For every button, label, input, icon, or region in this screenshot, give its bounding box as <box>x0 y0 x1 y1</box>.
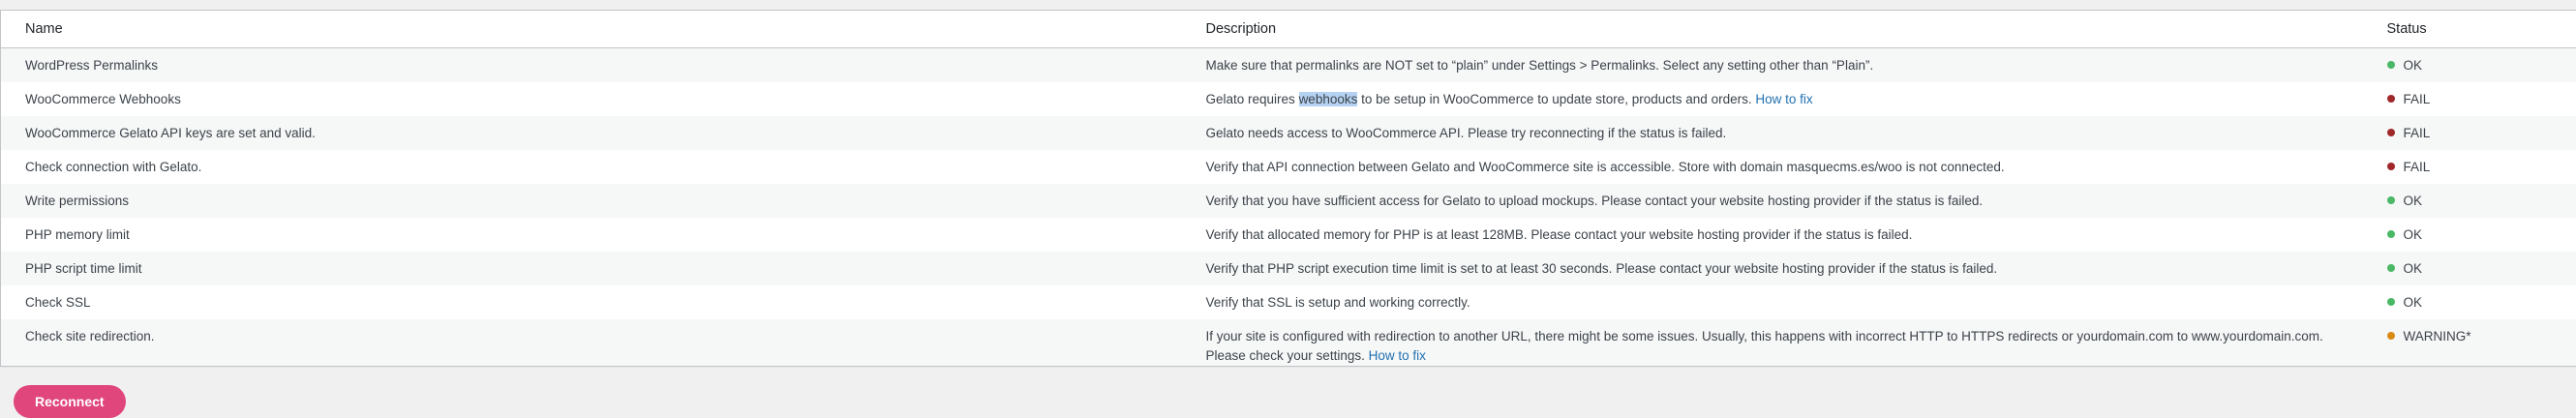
status-panel: Name Description Status WordPress Permal… <box>0 10 2576 367</box>
description-text: Gelato requires <box>1206 92 1299 106</box>
status-warning-dot-icon <box>2387 332 2395 340</box>
status-cell: OK <box>2363 252 2576 285</box>
check-description: Verify that SSL is setup and working cor… <box>1182 285 2363 319</box>
status-cell: FAIL <box>2363 150 2576 184</box>
status-ok-dot-icon <box>2387 61 2395 69</box>
status-cell: OK <box>2363 218 2576 252</box>
table-row: WordPress Permalinks Make sure that perm… <box>1 48 2576 82</box>
check-name: Write permissions <box>1 184 1182 218</box>
status-fail-dot-icon <box>2387 95 2395 103</box>
column-header-status: Status <box>2363 11 2576 48</box>
status-ok-dot-icon <box>2387 264 2395 272</box>
selected-text-highlight: webhooks <box>1299 92 1358 106</box>
table-row: Write permissions Verify that you have s… <box>1 184 2576 218</box>
how-to-fix-link[interactable]: How to fix <box>1369 348 1426 363</box>
status-text: OK <box>2404 261 2423 276</box>
table-row: PHP memory limit Verify that allocated m… <box>1 218 2576 252</box>
status-fail-dot-icon <box>2387 129 2395 136</box>
status-cell: OK <box>2363 285 2576 319</box>
status-ok-dot-icon <box>2387 196 2395 204</box>
check-name: WooCommerce Webhooks <box>1 82 1182 116</box>
system-status-table: Name Description Status WordPress Permal… <box>0 10 2576 367</box>
check-description: Verify that API connection between Gelat… <box>1182 150 2363 184</box>
table-row: WooCommerce Webhooks Gelato requires web… <box>1 82 2576 116</box>
status-fail-dot-icon <box>2387 163 2395 170</box>
status-text: FAIL <box>2404 92 2431 106</box>
check-description: Gelato needs access to WooCommerce API. … <box>1182 116 2363 150</box>
description-line: If your site is configured with redirect… <box>1206 327 2363 346</box>
status-ok-dot-icon <box>2387 298 2395 306</box>
description-text: to be setup in WooCommerce to update sto… <box>1357 92 1755 106</box>
status-cell: WARNING* <box>2363 319 2576 367</box>
header-row: Name Description Status <box>1 11 2576 48</box>
check-name: WooCommerce Gelato API keys are set and … <box>1 116 1182 150</box>
status-text: FAIL <box>2404 160 2431 174</box>
status-cell: FAIL <box>2363 82 2576 116</box>
status-cell: OK <box>2363 184 2576 218</box>
description-line: Please check your settings. How to fix <box>1206 346 2363 366</box>
table-row: Check site redirection. If your site is … <box>1 319 2576 367</box>
status-text: OK <box>2404 295 2423 310</box>
status-ok-dot-icon <box>2387 230 2395 238</box>
check-name: Check SSL <box>1 285 1182 319</box>
check-name: PHP memory limit <box>1 218 1182 252</box>
check-name: WordPress Permalinks <box>1 48 1182 82</box>
check-description: Verify that allocated memory for PHP is … <box>1182 218 2363 252</box>
table-header: Name Description Status <box>1 11 2576 48</box>
description-text: Please check your settings. <box>1206 348 1369 363</box>
status-text: OK <box>2404 227 2423 242</box>
footer-actions: Reconnect <box>14 385 126 418</box>
check-description: Verify that PHP script execution time li… <box>1182 252 2363 285</box>
table-row: Check SSL Verify that SSL is setup and w… <box>1 285 2576 319</box>
check-name: PHP script time limit <box>1 252 1182 285</box>
status-cell: OK <box>2363 48 2576 82</box>
column-header-description: Description <box>1182 11 2363 48</box>
status-text: WARNING* <box>2404 329 2471 343</box>
status-cell: FAIL <box>2363 116 2576 150</box>
check-description: If your site is configured with redirect… <box>1182 319 2363 367</box>
how-to-fix-link[interactable]: How to fix <box>1755 92 1812 106</box>
status-text: OK <box>2404 194 2423 208</box>
check-name: Check connection with Gelato. <box>1 150 1182 184</box>
column-header-name: Name <box>1 11 1182 48</box>
check-description: Verify that you have sufficient access f… <box>1182 184 2363 218</box>
table-body: WordPress Permalinks Make sure that perm… <box>1 48 2576 367</box>
table-row: WooCommerce Gelato API keys are set and … <box>1 116 2576 150</box>
reconnect-button[interactable]: Reconnect <box>14 385 126 418</box>
check-name: Check site redirection. <box>1 319 1182 367</box>
check-description: Make sure that permalinks are NOT set to… <box>1182 48 2363 82</box>
status-text: OK <box>2404 58 2423 73</box>
check-description: Gelato requires webhooks to be setup in … <box>1182 82 2363 116</box>
table-row: PHP script time limit Verify that PHP sc… <box>1 252 2576 285</box>
table-row: Check connection with Gelato. Verify tha… <box>1 150 2576 184</box>
status-text: FAIL <box>2404 126 2431 140</box>
